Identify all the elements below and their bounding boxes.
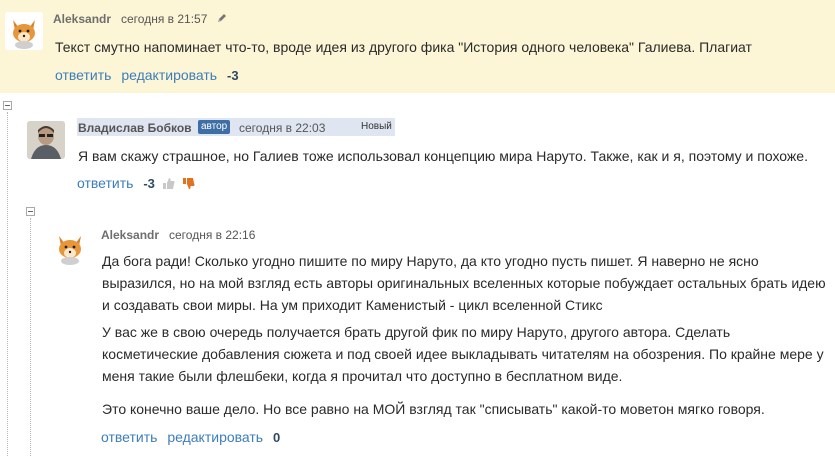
comment-score: -3 xyxy=(143,176,155,191)
comment-time: сегодня в 22:03 xyxy=(239,121,326,135)
comment-score: 0 xyxy=(273,430,281,445)
comment-actions: ответить редактировать -3 xyxy=(55,67,239,83)
comment-text: Текст смутно напоминает что-то, вроде ид… xyxy=(55,39,752,55)
comment-paragraph: Да бога ради! Сколько угодно пишите по м… xyxy=(102,250,826,316)
edit-link[interactable]: редактировать xyxy=(167,429,263,445)
text-line: У вас же в свою очередь получается брать… xyxy=(102,324,731,340)
fox-avatar-icon[interactable] xyxy=(5,12,43,50)
text-line: Да бога ради! Сколько угодно пишите по м… xyxy=(102,253,759,269)
reply-link[interactable]: ответить xyxy=(77,175,133,191)
collapse-thread-button[interactable] xyxy=(3,101,12,110)
comment-actions: ответить редактировать 0 xyxy=(101,429,280,445)
text-line: и создавать свои миры. На ум приходит Ка… xyxy=(102,297,603,313)
comment-time: сегодня в 21:57 xyxy=(121,12,208,26)
collapse-thread-button[interactable] xyxy=(26,207,35,216)
text-line: косметические добавления сюжета и под св… xyxy=(102,346,824,362)
pencil-icon[interactable] xyxy=(216,12,228,24)
edit-link[interactable]: редактировать xyxy=(121,67,217,83)
thread-line xyxy=(7,112,8,456)
user-photo-avatar-icon[interactable] xyxy=(27,121,65,159)
comment-time: сегодня в 22:16 xyxy=(169,228,256,242)
comment-author[interactable]: Aleksandr xyxy=(53,12,111,26)
comment-text: Я вам скажу страшное, но Галиев тоже исп… xyxy=(78,148,808,164)
comment-author[interactable]: Aleksandr xyxy=(101,228,159,242)
thumbs-down-icon[interactable] xyxy=(182,177,195,190)
text-line: Это конечно ваше дело. Но все равно на М… xyxy=(102,401,765,417)
comment-paragraph: Это конечно ваше дело. Но все равно на М… xyxy=(102,398,765,420)
text-line: выразился, но на мой взгляд есть авторы … xyxy=(102,275,826,291)
text-line: меня такие были флешбеки, когда я прочит… xyxy=(102,368,623,384)
thumbs-up-icon[interactable] xyxy=(162,177,175,190)
comment-actions: ответить -3 xyxy=(77,175,195,191)
comment-author[interactable]: Владислав Бобков xyxy=(78,121,192,135)
thread-line xyxy=(30,218,31,456)
reply-link[interactable]: ответить xyxy=(101,429,157,445)
comment-paragraph: У вас же в свою очередь получается брать… xyxy=(102,321,824,387)
fox-avatar-icon[interactable] xyxy=(51,228,89,266)
new-label: Новый xyxy=(361,121,392,132)
comment-score: -3 xyxy=(227,68,239,83)
author-badge: автор xyxy=(198,120,231,134)
reply-link[interactable]: ответить xyxy=(55,67,111,83)
